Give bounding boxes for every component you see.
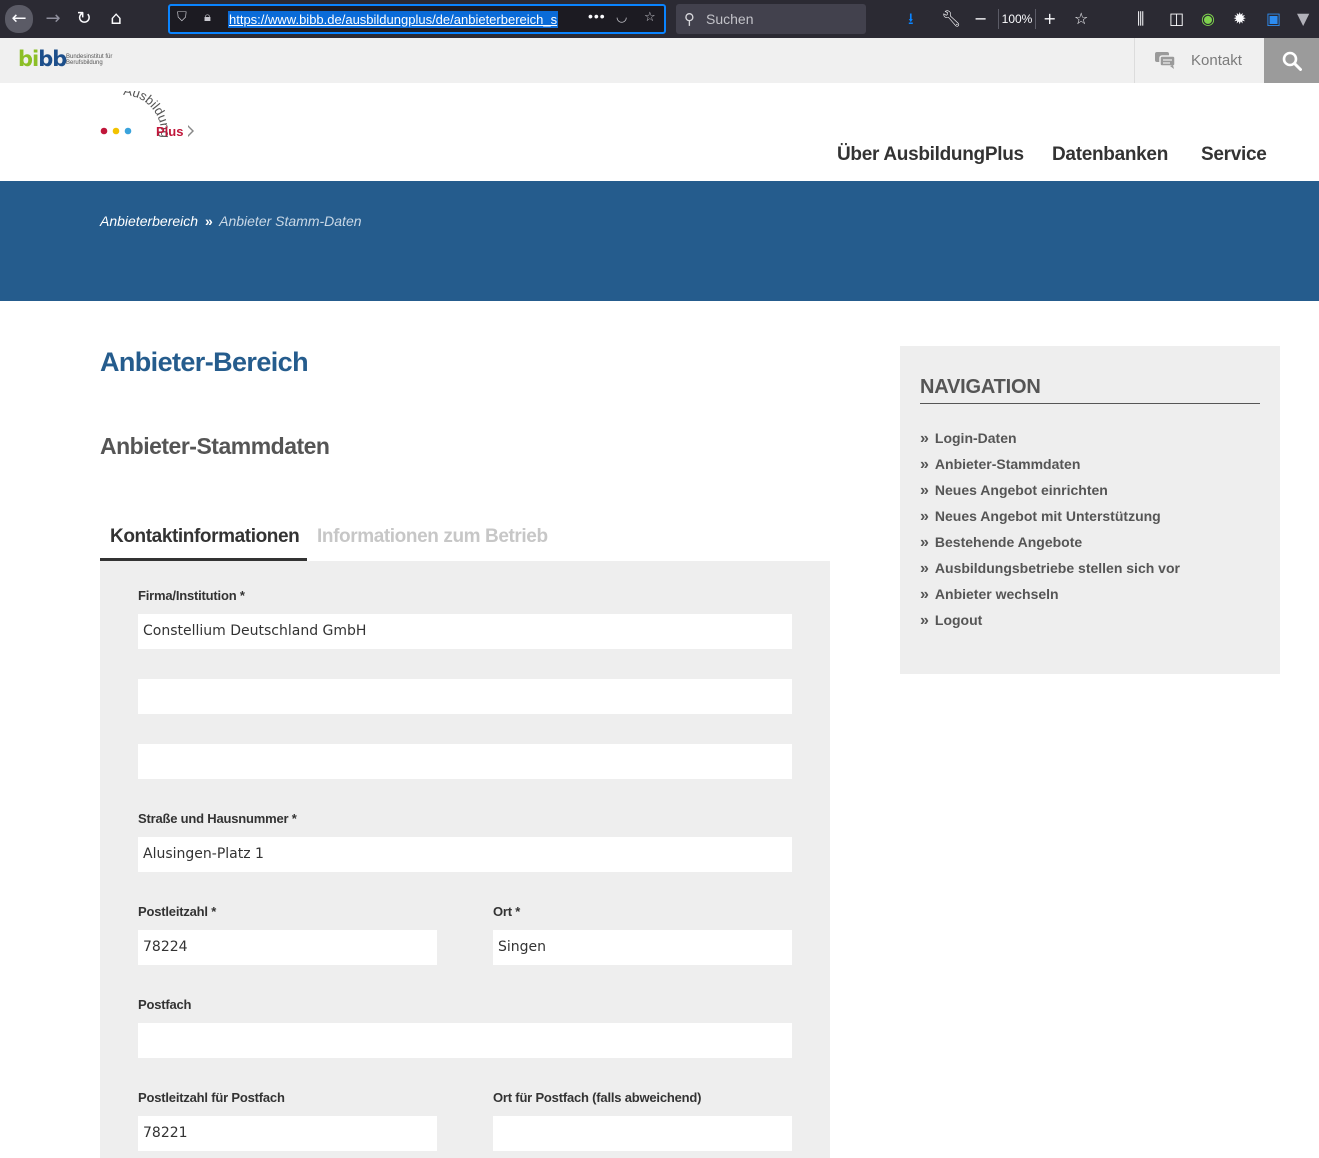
sidebar-item-label: Anbieter-Stammdaten xyxy=(934,456,1081,472)
plz-input[interactable] xyxy=(138,930,437,965)
bullet-icon: » xyxy=(920,430,929,447)
back-icon[interactable]: ← xyxy=(5,5,33,33)
plz-postfach-label: Postleitzahl für Postfach xyxy=(138,1090,285,1105)
bullet-icon: » xyxy=(920,482,929,499)
bookmark-star-icon[interactable]: ☆ xyxy=(644,10,656,25)
home-icon[interactable]: ⌂ xyxy=(103,6,129,32)
bibb-logo-subtitle: Bundesinstitut für Berufsbildung xyxy=(66,54,113,66)
sidebar-item-anbieter-stammdaten[interactable]: » Anbieter-Stammdaten xyxy=(920,456,1180,482)
sidebar-item-label: Neues Angebot einrichten xyxy=(934,482,1108,498)
browser-toolbar: ← → ↻ ⌂ ⛉ 🔒︎ https://www.bibb.de/ausbild… xyxy=(0,0,1319,38)
wrench-icon[interactable]: 🔧︎ xyxy=(941,8,961,30)
strasse-label: Straße und Hausnummer * xyxy=(138,811,297,826)
logo-chevron-icon xyxy=(188,125,194,137)
bullet-icon: » xyxy=(920,508,929,525)
sidebar-item-neues-angebot-unterstuetzung[interactable]: » Neues Angebot mit Unterstützung xyxy=(920,508,1180,534)
zoom-out-icon[interactable]: − xyxy=(974,8,987,30)
nav-service[interactable]: Service xyxy=(1201,144,1267,166)
shield-icon[interactable]: ⛉ xyxy=(177,10,187,25)
site-header: Ausbildung Plus Über AusbildungPlus Date… xyxy=(0,83,1319,181)
bullet-icon: » xyxy=(920,534,929,551)
sidebar-toggle-icon[interactable]: ◫ xyxy=(1169,8,1184,30)
lock-icon[interactable]: 🔒︎ xyxy=(204,10,211,25)
logo-plus-word: Plus xyxy=(156,124,183,139)
sidebar-item-ausbildungsbetriebe[interactable]: » Ausbildungsbetriebe stellen sich vor xyxy=(920,560,1180,586)
sidebar-navigation: NAVIGATION » Login-Daten » Anbieter-Stammd… xyxy=(900,346,1280,674)
firma-input[interactable] xyxy=(138,614,792,649)
library-icon[interactable]: ⫼ xyxy=(1137,8,1144,30)
page-actions-icon[interactable]: ••• xyxy=(588,8,606,24)
bullet-icon: » xyxy=(920,612,929,629)
plz-label: Postleitzahl * xyxy=(138,904,217,919)
sidebar-item-label: Logout xyxy=(934,612,983,628)
ort-postfach-input[interactable] xyxy=(493,1116,792,1151)
search-icon: ⚲ xyxy=(684,10,695,28)
tab-kontaktinformationen[interactable]: Kontaktinformationen xyxy=(100,520,307,561)
pocket-icon[interactable]: ◡ xyxy=(616,10,627,25)
contact-link[interactable]: Kontakt xyxy=(1134,38,1264,83)
url-text[interactable]: https://www.bibb.de/ausbildungplus/de/an… xyxy=(228,11,559,28)
breadcrumb-separator: » xyxy=(204,213,213,229)
nav-ueber-ausbildungplus[interactable]: Über AusbildungPlus xyxy=(837,144,1024,166)
bullet-icon: » xyxy=(920,456,929,473)
section-title: Anbieter-Stammdaten xyxy=(100,433,330,459)
sidebar-item-anbieter-wechseln[interactable]: » Anbieter wechseln xyxy=(920,586,1180,612)
firma-line2-input[interactable] xyxy=(138,679,792,714)
plz-postfach-input[interactable] xyxy=(138,1116,437,1151)
page-banner: Anbieterbereich » Anbieter Stamm-Daten xyxy=(0,181,1319,301)
zoom-level[interactable]: 100% xyxy=(998,9,1036,29)
bullet-icon: » xyxy=(920,586,929,603)
breadcrumb: Anbieterbereich » Anbieter Stamm-Daten xyxy=(100,213,362,229)
firma-line3-input[interactable] xyxy=(138,744,792,779)
nav-datenbanken[interactable]: Datenbanken xyxy=(1052,144,1168,166)
sidebar-item-label: Neues Angebot mit Unterstützung xyxy=(934,508,1161,524)
sidebar-item-label: Anbieter wechseln xyxy=(934,586,1059,602)
tab-informationen-zum-betrieb[interactable]: Informationen zum Betrieb xyxy=(307,520,558,561)
sidebar-item-login-daten[interactable]: » Login-Daten xyxy=(920,430,1180,456)
sidebar-item-bestehende-angebote[interactable]: » Bestehende Angebote xyxy=(920,534,1180,560)
sidebar-item-label: Login-Daten xyxy=(934,430,1017,446)
sidebar-item-label: Ausbildungsbetriebe stellen sich vor xyxy=(934,560,1180,576)
contact-form: Firma/Institution * Straße und Hausnumme… xyxy=(100,561,830,1158)
extension-icon[interactable]: ▣ xyxy=(1266,8,1281,30)
color-picker-icon[interactable]: ◉ xyxy=(1201,8,1215,30)
strasse-input[interactable] xyxy=(138,837,792,872)
ort-input[interactable] xyxy=(493,930,792,965)
firma-label: Firma/Institution * xyxy=(138,588,245,603)
bullet-icon: » xyxy=(920,560,929,577)
download-icon[interactable]: ⭳ xyxy=(908,8,914,30)
ort-postfach-label: Ort für Postfach (falls abweichend) xyxy=(493,1090,702,1105)
search-placeholder: Suchen xyxy=(706,11,754,27)
page-title: Anbieter-Bereich xyxy=(100,347,309,377)
sidebar-item-logout[interactable]: » Logout xyxy=(920,612,1180,638)
magnifier-icon xyxy=(1282,51,1302,71)
sidebar-heading: NAVIGATION xyxy=(920,376,1260,404)
zoom-in-icon[interactable]: + xyxy=(1043,8,1056,30)
sidebar-item-neues-angebot[interactable]: » Neues Angebot einrichten xyxy=(920,482,1180,508)
forward-icon[interactable]: → xyxy=(40,6,66,32)
ausbildungplus-logo[interactable]: Ausbildung Plus xyxy=(98,91,208,173)
ort-label: Ort * xyxy=(493,904,521,919)
contact-label: Kontakt xyxy=(1191,52,1242,69)
site-search-button[interactable] xyxy=(1264,38,1319,83)
url-bar[interactable]: ⛉ 🔒︎ https://www.bibb.de/ausbildungplus/… xyxy=(168,4,666,34)
settings-icon[interactable]: ✹ xyxy=(1233,8,1246,30)
bibb-logo-mark: bibb xyxy=(18,47,67,71)
reload-icon[interactable]: ↻ xyxy=(71,6,97,32)
postfach-input[interactable] xyxy=(138,1023,792,1058)
sidebar-item-label: Bestehende Angebote xyxy=(934,534,1083,550)
browser-search-input[interactable]: ⚲ Suchen xyxy=(676,4,866,34)
breadcrumb-parent[interactable]: Anbieterbereich xyxy=(100,213,198,229)
sidebar-list: » Login-Daten » Anbieter-Stammdaten » Neues… xyxy=(920,430,1180,638)
breadcrumb-current: Anbieter Stamm-Daten xyxy=(219,213,362,229)
postfach-label: Postfach xyxy=(138,997,192,1012)
menu-overflow-icon[interactable]: ▼ xyxy=(1297,8,1309,30)
reader-icon[interactable]: ☆ xyxy=(1074,8,1088,30)
service-bar: bibb Bundesinstitut für Berufsbildung Ko… xyxy=(0,38,1319,83)
chat-icon xyxy=(1155,52,1176,69)
